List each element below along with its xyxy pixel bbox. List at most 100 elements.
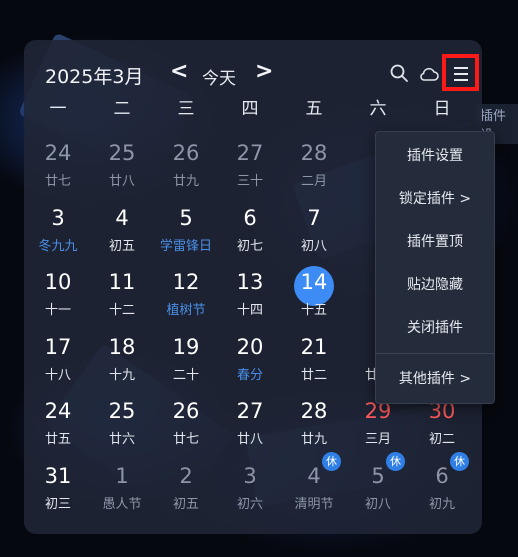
day-cell[interactable]: 26 廿九 bbox=[154, 130, 218, 194]
day-cell[interactable]: 5 初八休 bbox=[346, 451, 410, 517]
day-number: 18 bbox=[108, 334, 136, 359]
day-number: 3 bbox=[51, 205, 65, 230]
menu-item-edge-hide[interactable]: 贴边隐藏 bbox=[376, 264, 494, 306]
weekday-label: 四 bbox=[241, 99, 259, 119]
day-number: 27 bbox=[236, 141, 264, 165]
day-cell[interactable]: 28 二月 bbox=[282, 130, 346, 194]
festival-label: 春分 bbox=[236, 367, 263, 383]
day-cell[interactable]: 27 三十 bbox=[218, 130, 282, 194]
festival-label: 冬九九 bbox=[38, 238, 78, 254]
lunar-date: 初七 bbox=[236, 238, 263, 254]
weekday-label: 一 bbox=[49, 99, 67, 119]
day-cell[interactable]: 6 初九休 bbox=[410, 451, 474, 517]
day-cell[interactable]: 11 十二 bbox=[90, 259, 154, 323]
day-cell[interactable]: 7 初八 bbox=[282, 195, 346, 259]
day-cell[interactable]: 6 初七 bbox=[218, 195, 282, 259]
weekday-label: 五 bbox=[305, 99, 323, 119]
search-icon[interactable] bbox=[390, 64, 408, 82]
lunar-date: 廿八 bbox=[236, 432, 263, 447]
holiday-badge: 休 bbox=[450, 451, 469, 471]
day-number: 31 bbox=[44, 463, 72, 488]
menu-icon-bar bbox=[454, 73, 468, 75]
lunar-date: 十九 bbox=[108, 367, 135, 383]
day-cell-today[interactable]: 14 十五 bbox=[282, 259, 346, 323]
lunar-date: 初二 bbox=[428, 432, 455, 447]
lunar-date: 初八 bbox=[364, 496, 391, 512]
holiday-badge: 休 bbox=[322, 451, 341, 471]
menu-item-close-plugin[interactable]: 关闭插件 bbox=[376, 307, 494, 349]
day-number: 26 bbox=[172, 141, 200, 165]
day-cell[interactable]: 4 清明节休 bbox=[282, 451, 346, 517]
day-cell[interactable]: 24 廿五 bbox=[26, 388, 90, 452]
lunar-date: 十二 bbox=[108, 303, 135, 318]
day-cell[interactable]: 31 初三 bbox=[26, 453, 90, 517]
month-title[interactable]: 2025年3月 bbox=[45, 62, 143, 89]
previous-month-button[interactable]: < bbox=[170, 60, 188, 84]
day-cell[interactable]: 27 廿八 bbox=[218, 388, 282, 452]
day-cell[interactable]: 20 春分 bbox=[218, 324, 282, 388]
day-number: 24 bbox=[44, 399, 72, 423]
lunar-date: 二十 bbox=[172, 367, 199, 383]
menu-item-lock-plugin[interactable]: 锁定插件 > bbox=[376, 178, 494, 220]
day-cell[interactable]: 24 廿七 bbox=[26, 130, 90, 194]
day-cell[interactable]: 19 二十 bbox=[154, 324, 218, 388]
day-cell[interactable]: 5 学雷锋日 bbox=[154, 195, 218, 259]
day-number: 13 bbox=[236, 270, 264, 294]
lunar-date: 初六 bbox=[236, 496, 263, 512]
day-number: 4 bbox=[115, 205, 129, 230]
day-cell[interactable]: 3 初六 bbox=[218, 453, 282, 517]
weekday-label: 二 bbox=[113, 99, 131, 119]
day-number: 26 bbox=[172, 399, 200, 423]
day-number: 12 bbox=[172, 270, 200, 294]
day-cell[interactable]: 2 初五 bbox=[154, 453, 218, 517]
menu-item-pin-top[interactable]: 插件置顶 bbox=[376, 221, 494, 263]
day-cell[interactable]: 12 植树节 bbox=[154, 259, 218, 323]
festival-label: 学雷锋日 bbox=[159, 238, 212, 254]
lunar-date: 初三 bbox=[44, 496, 71, 512]
day-number: 25 bbox=[108, 399, 136, 423]
lunar-date: 廿七 bbox=[44, 174, 71, 189]
weekday-label: 日 bbox=[433, 99, 451, 119]
weekday-label: 三 bbox=[177, 99, 195, 119]
lunar-date: 初五 bbox=[108, 238, 135, 254]
lunar-date: 初五 bbox=[172, 496, 199, 512]
day-number: 19 bbox=[172, 334, 200, 359]
day-number: 5 bbox=[179, 205, 193, 230]
day-cell[interactable]: 4 初五 bbox=[90, 195, 154, 259]
lunar-date: 廿七 bbox=[172, 432, 199, 447]
day-cell[interactable]: 3 冬九九 bbox=[26, 195, 90, 259]
cloud-icon[interactable] bbox=[419, 66, 439, 82]
day-number: 27 bbox=[236, 399, 264, 423]
lunar-date: 廿六 bbox=[108, 432, 135, 447]
menu-button[interactable] bbox=[442, 54, 479, 91]
menu-item-other-plugins[interactable]: 其他插件 > bbox=[376, 358, 494, 400]
day-number: 10 bbox=[44, 270, 72, 294]
day-cell[interactable]: 28 廿九 bbox=[282, 388, 346, 452]
lunar-date: 十五 bbox=[300, 303, 327, 318]
day-number: 28 bbox=[300, 399, 328, 423]
day-number: 17 bbox=[44, 334, 72, 359]
weekday-header: 一 二 三 四 五 六 日 bbox=[24, 94, 482, 124]
lunar-date: 十八 bbox=[44, 367, 71, 383]
day-cell[interactable]: 1 愚人节 bbox=[90, 453, 154, 517]
day-cell[interactable]: 25 廿六 bbox=[90, 388, 154, 452]
day-cell[interactable]: 10 十一 bbox=[26, 259, 90, 323]
day-cell[interactable]: 17 十八 bbox=[26, 324, 90, 388]
today-button[interactable]: 今天 bbox=[202, 64, 236, 89]
day-cell[interactable]: 26 廿七 bbox=[154, 388, 218, 452]
next-month-button[interactable]: > bbox=[255, 60, 273, 84]
day-number: 2 bbox=[179, 463, 193, 488]
day-cell[interactable]: 25 廿八 bbox=[90, 130, 154, 194]
day-cell[interactable]: 13 十四 bbox=[218, 259, 282, 323]
day-number: 24 bbox=[44, 141, 72, 165]
lunar-date: 初八 bbox=[300, 238, 327, 254]
menu-icon bbox=[454, 67, 468, 69]
lunar-date: 清明节 bbox=[294, 496, 334, 512]
day-number: 28 bbox=[300, 141, 328, 165]
lunar-date: 十四 bbox=[236, 303, 263, 318]
lunar-date: 廿九 bbox=[172, 174, 199, 189]
day-cell[interactable]: 18 十九 bbox=[90, 324, 154, 388]
day-cell[interactable]: 21 廿二 bbox=[282, 324, 346, 388]
menu-item-plugin-settings[interactable]: 插件设置 bbox=[376, 135, 494, 177]
menu-divider bbox=[376, 353, 494, 354]
